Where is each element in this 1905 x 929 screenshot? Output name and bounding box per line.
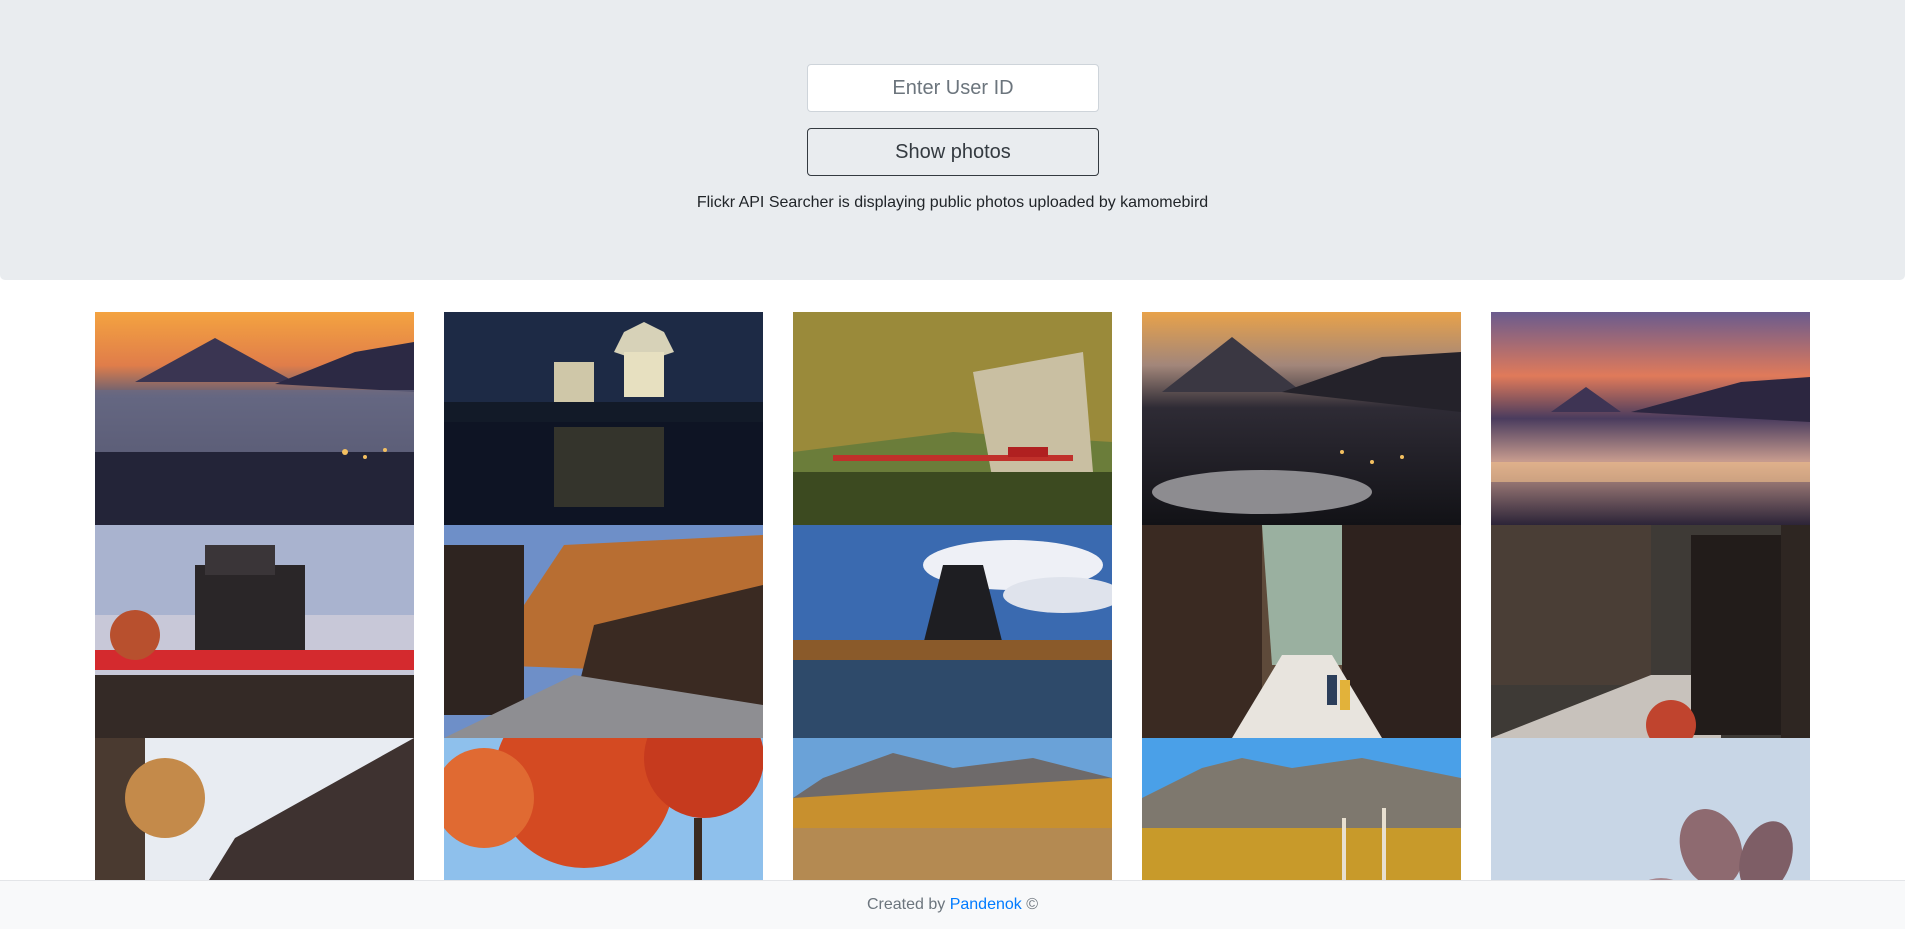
photo-thumbnail[interactable]	[1142, 312, 1461, 525]
photo-thumbnail[interactable]	[793, 738, 1112, 880]
photo-gallery	[0, 312, 1905, 880]
show-photos-button[interactable]: Show photos	[807, 128, 1099, 176]
photo-thumbnail[interactable]	[1491, 312, 1810, 525]
user-id-input[interactable]	[807, 64, 1099, 112]
photo-thumbnail[interactable]	[95, 525, 414, 738]
photo-thumbnail[interactable]	[444, 312, 763, 525]
photo-thumbnail[interactable]	[444, 525, 763, 738]
photo-thumbnail[interactable]	[793, 525, 1112, 738]
photo-thumbnail[interactable]	[1491, 525, 1810, 738]
photo-thumbnail[interactable]	[1142, 525, 1461, 738]
footer-prefix: Created by	[866, 896, 950, 913]
photo-thumbnail[interactable]	[95, 738, 414, 880]
photo-thumbnail[interactable]	[793, 312, 1112, 525]
photo-thumbnail[interactable]	[95, 312, 414, 525]
search-header: Show photos Flickr API Searcher is displ…	[0, 0, 1905, 280]
author-link[interactable]: Pandenok	[950, 896, 1022, 913]
footer-suffix: ©	[1021, 896, 1038, 913]
photo-thumbnail[interactable]	[444, 738, 763, 880]
footer: Created by Pandenok ©	[0, 880, 1905, 929]
status-text: Flickr API Searcher is displaying public…	[696, 194, 1209, 211]
photo-thumbnail[interactable]	[1142, 738, 1461, 880]
photo-thumbnail[interactable]	[1491, 738, 1810, 880]
